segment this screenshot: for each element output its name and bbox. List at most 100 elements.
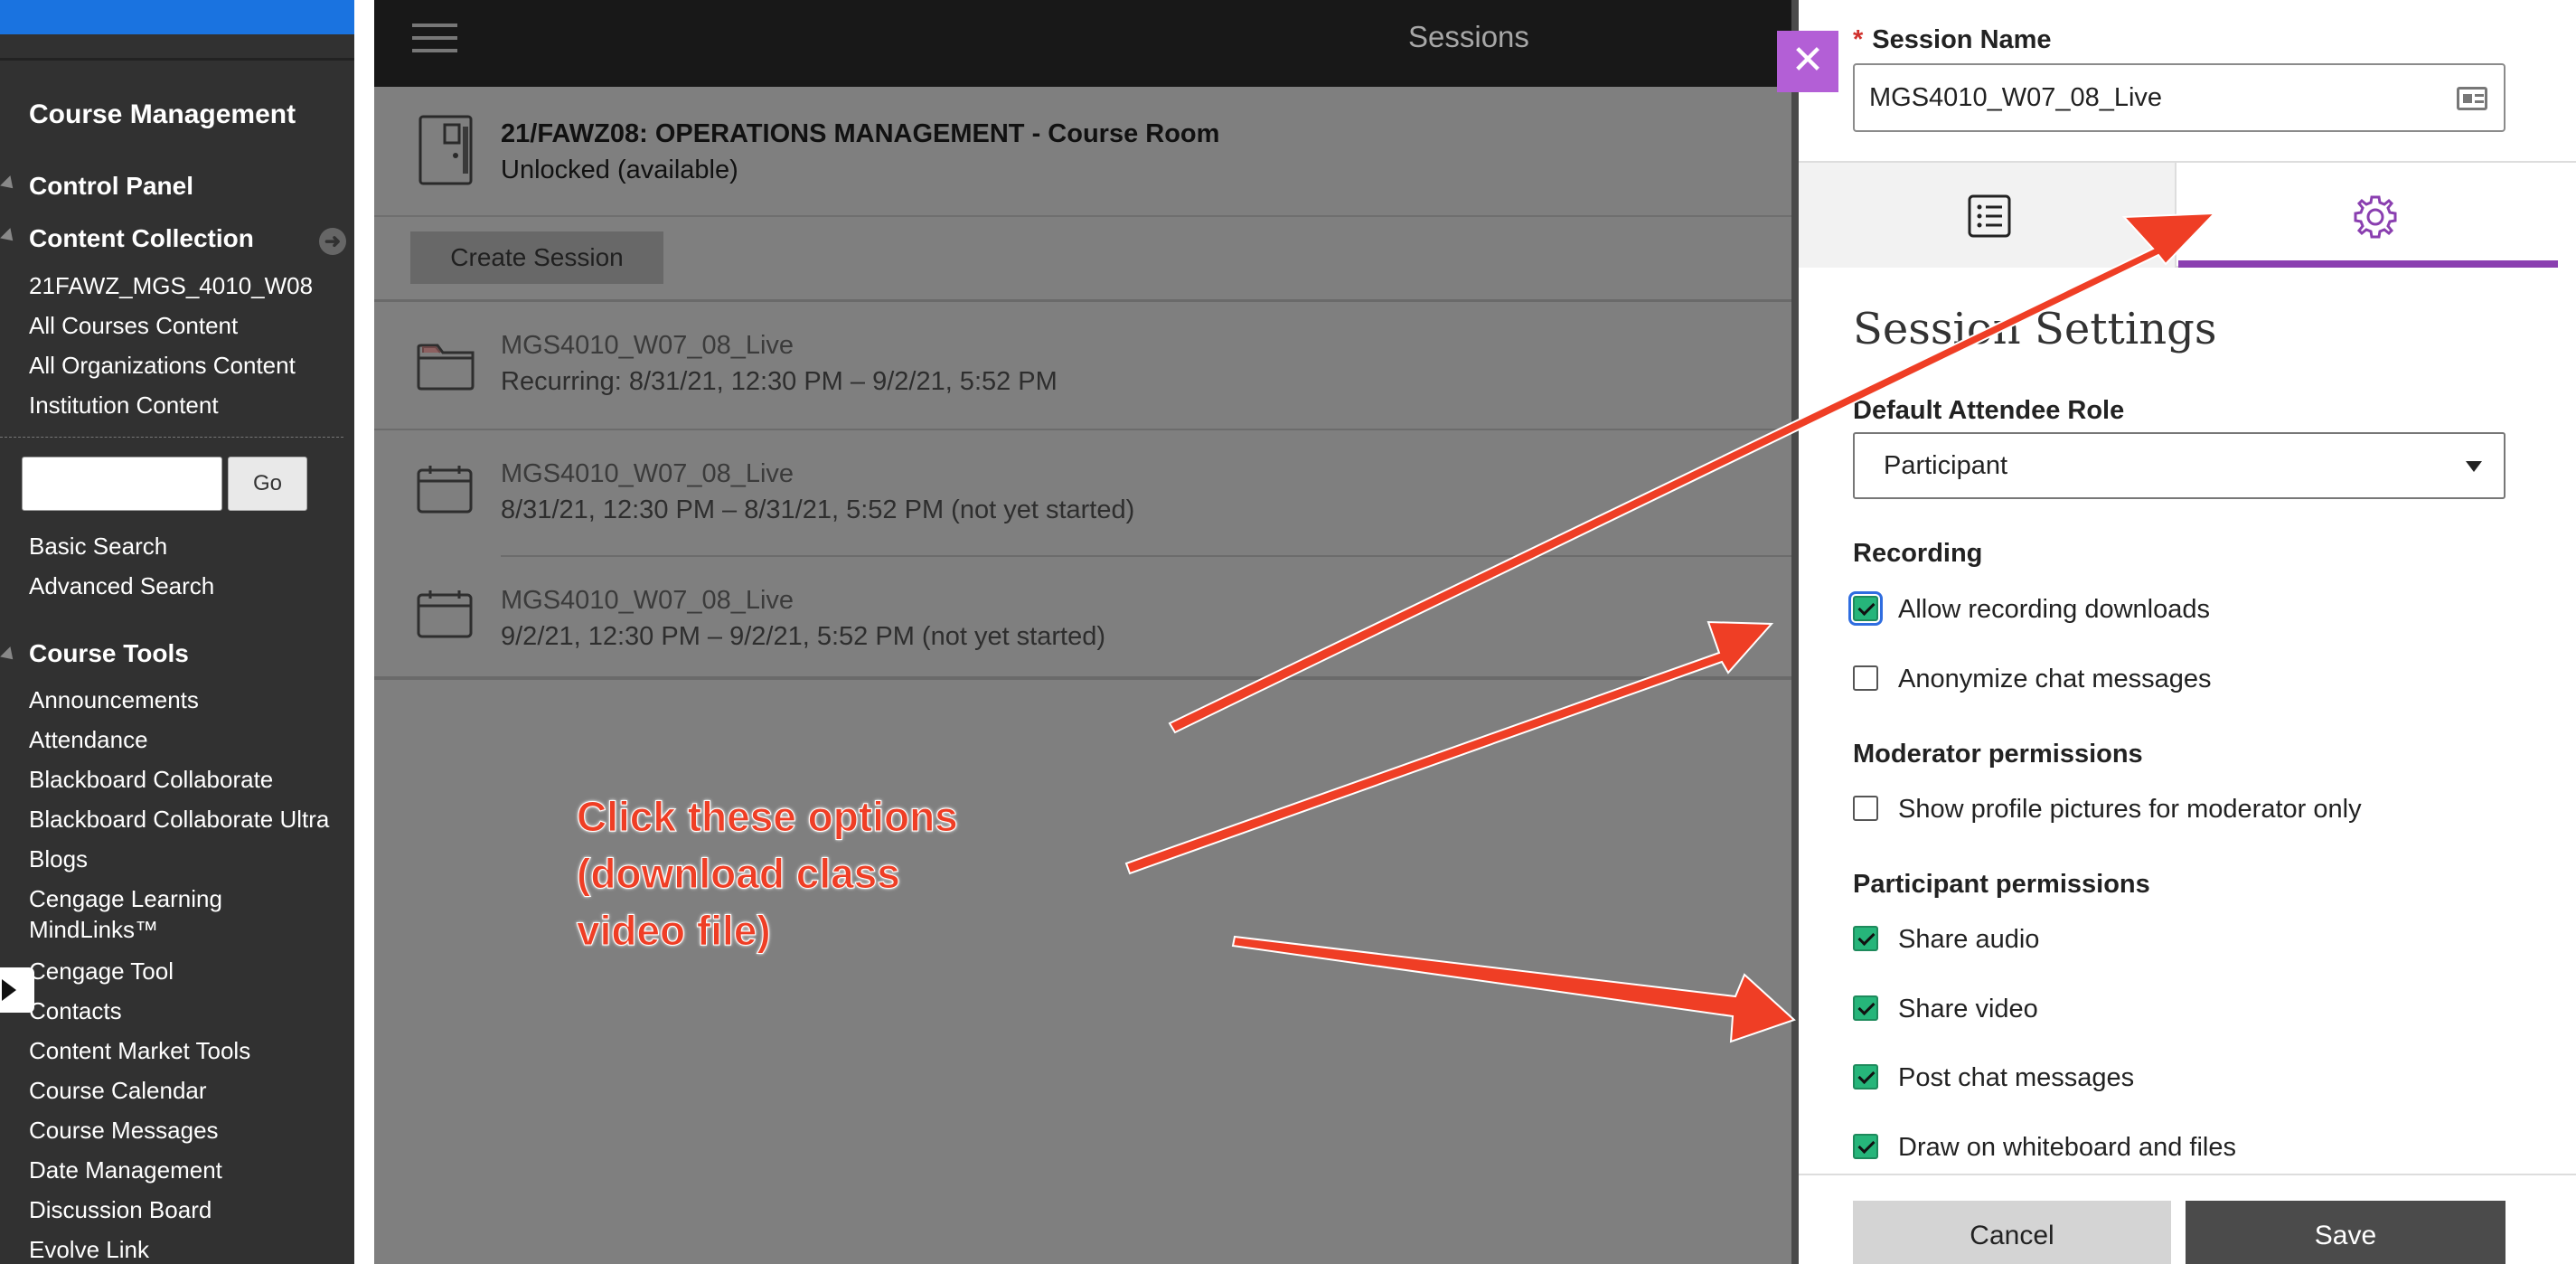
default-role-label: Default Attendee Role xyxy=(1853,396,2125,425)
tool-link[interactable]: Evolve Link xyxy=(29,1236,149,1264)
course-management-heading: Course Management xyxy=(29,99,296,129)
role-select-value: Participant xyxy=(1884,451,2008,480)
session-name: MGS4010_W07_08_Live xyxy=(501,459,794,488)
tool-link[interactable]: Discussion Board xyxy=(29,1196,212,1224)
profile-pictures-option[interactable]: Show profile pictures for moderator only xyxy=(1853,791,2504,827)
session-settings-panel: * Session Name MGS4010_W07_08_Live Sessi… xyxy=(1799,0,2576,1264)
session-row[interactable]: MGS4010_W07_08_Live 8/31/21, 12:30 PM – … xyxy=(374,430,1799,557)
session-name: MGS4010_W07_08_Live xyxy=(501,331,794,360)
course-tools-heading[interactable]: Course Tools xyxy=(29,639,189,668)
sessions-header-bar: Sessions xyxy=(374,0,1799,87)
allow-recording-downloads-option[interactable]: Allow recording downloads xyxy=(1848,591,2504,627)
content-collection-link[interactable]: Content Collection xyxy=(29,224,254,253)
dropdown-caret-icon xyxy=(2466,461,2482,472)
tool-link[interactable]: Cengage Tool xyxy=(29,957,174,986)
post-chat-checkbox[interactable] xyxy=(1853,1064,1878,1089)
close-icon[interactable]: ✕ xyxy=(1777,31,1838,92)
tool-link[interactable]: Blackboard Collaborate Ultra xyxy=(29,806,329,834)
session-name: MGS4010_W07_08_Live xyxy=(501,586,794,615)
tool-link[interactable]: Course Calendar xyxy=(29,1077,207,1105)
create-session-bar: Create Session xyxy=(374,217,1799,302)
share-audio-option[interactable]: Share audio xyxy=(1853,921,2504,957)
session-date: Recurring: 8/31/21, 12:30 PM – 9/2/21, 5… xyxy=(501,367,1058,396)
checkbox-label: Post chat messages xyxy=(1898,1063,2135,1092)
save-button[interactable]: Save xyxy=(2186,1201,2505,1264)
session-name-value: MGS4010_W07_08_Live xyxy=(1869,83,2163,112)
menu-toggle-icon[interactable] xyxy=(0,967,34,1013)
required-marker: * xyxy=(1853,25,1864,54)
course-room-title: 21/FAWZ08: OPERATIONS MANAGEMENT - Cours… xyxy=(501,119,1220,148)
tool-link[interactable]: Cengage Learning xyxy=(29,885,222,913)
tool-link[interactable]: Contacts xyxy=(29,997,122,1025)
draw-whiteboard-checkbox[interactable] xyxy=(1853,1134,1878,1159)
sessions-list-area: Sessions 21/FAWZ08: OPERATIONS MANAGEMEN… xyxy=(374,0,1799,1264)
tool-link[interactable]: Announcements xyxy=(29,686,199,714)
session-settings-heading: Session Settings xyxy=(1853,304,2217,354)
checkbox-label: Show profile pictures for moderator only xyxy=(1898,795,2362,824)
collection-link[interactable]: All Organizations Content xyxy=(29,352,296,380)
tool-link-continued[interactable]: MindLinks™ xyxy=(29,916,158,944)
menu-separator xyxy=(0,437,343,438)
session-date: 8/31/21, 12:30 PM – 8/31/21, 5:52 PM (no… xyxy=(501,495,1135,524)
share-video-option[interactable]: Share video xyxy=(1853,991,2504,1027)
collapse-triangle-icon[interactable] xyxy=(0,228,18,246)
menu-divider xyxy=(0,58,354,61)
course-menu: Course Management Control Panel Content … xyxy=(0,0,354,1264)
checkbox-label: Share audio xyxy=(1898,925,2040,954)
profile-pictures-checkbox[interactable] xyxy=(1853,796,1878,821)
anonymize-chat-option[interactable]: Anonymize chat messages xyxy=(1853,661,2504,697)
search-go-button[interactable]: Go xyxy=(228,457,307,511)
tool-link[interactable]: Date Management xyxy=(29,1156,222,1184)
collapse-triangle-icon[interactable] xyxy=(0,646,18,665)
anonymize-chat-checkbox[interactable] xyxy=(1853,665,1878,691)
collection-link[interactable]: Institution Content xyxy=(29,391,219,420)
basic-search-link[interactable]: Basic Search xyxy=(29,533,167,561)
gear-icon xyxy=(2354,195,2397,239)
annotation-callout: Click these options (download class vide… xyxy=(577,793,959,955)
door-icon xyxy=(418,115,473,185)
control-panel-link[interactable]: Control Panel xyxy=(29,172,193,201)
post-chat-option[interactable]: Post chat messages xyxy=(1853,1060,2504,1096)
collapse-triangle-icon[interactable] xyxy=(0,175,18,193)
allow-recording-downloads-checkbox[interactable] xyxy=(1848,591,1883,626)
tool-link[interactable]: Course Messages xyxy=(29,1117,219,1145)
create-session-button[interactable]: Create Session xyxy=(410,231,663,284)
participant-permissions-label: Participant permissions xyxy=(1853,870,2150,899)
arrow-right-circle-icon[interactable]: ➜ xyxy=(319,228,346,255)
session-name-label-text: Session Name xyxy=(1872,25,2052,54)
course-room-status: Unlocked (available) xyxy=(501,156,738,184)
tool-link[interactable]: Content Market Tools xyxy=(29,1037,250,1065)
checkbox-label: Allow recording downloads xyxy=(1898,595,2210,624)
collection-link[interactable]: All Courses Content xyxy=(29,312,238,340)
collection-link[interactable]: 21FAWZ_MGS_4010_W08 xyxy=(29,272,313,300)
hamburger-menu-icon[interactable] xyxy=(412,24,457,52)
tab-settings[interactable] xyxy=(2178,163,2576,268)
cancel-button[interactable]: Cancel xyxy=(1853,1201,2171,1264)
session-name-label: * Session Name xyxy=(1853,25,2052,55)
share-video-checkbox[interactable] xyxy=(1853,995,1878,1021)
active-tab-indicator xyxy=(2178,260,2558,268)
session-date: 9/2/21, 12:30 PM – 9/2/21, 5:52 PM (not … xyxy=(501,622,1105,651)
share-audio-checkbox[interactable] xyxy=(1853,926,1878,951)
default-role-select[interactable]: Participant xyxy=(1853,432,2505,499)
advanced-search-link[interactable]: Advanced Search xyxy=(29,572,214,600)
page-gutter xyxy=(354,0,374,1264)
folder-icon xyxy=(417,344,475,391)
session-row[interactable]: MGS4010_W07_08_Live Recurring: 8/31/21, … xyxy=(374,302,1799,430)
course-room-row[interactable]: 21/FAWZ08: OPERATIONS MANAGEMENT - Cours… xyxy=(374,87,1799,217)
calendar-icon xyxy=(417,466,473,514)
tool-link[interactable]: Blackboard Collaborate xyxy=(29,766,273,794)
panel-footer: Cancel Save xyxy=(1799,1174,2576,1264)
tool-link[interactable]: Blogs xyxy=(29,845,88,873)
draw-whiteboard-option[interactable]: Draw on whiteboard and files xyxy=(1853,1129,2504,1165)
tab-details[interactable] xyxy=(1799,163,2176,268)
menu-search-input[interactable] xyxy=(22,457,222,511)
moderator-permissions-label: Moderator permissions xyxy=(1853,740,2143,769)
tool-link[interactable]: Attendance xyxy=(29,726,148,754)
session-name-input[interactable]: MGS4010_W07_08_Live xyxy=(1853,63,2505,132)
recording-label: Recording xyxy=(1853,539,1983,568)
checkbox-label: Draw on whiteboard and files xyxy=(1898,1133,2236,1162)
session-row[interactable]: MGS4010_W07_08_Live 9/2/21, 12:30 PM – 9… xyxy=(374,557,1799,680)
checkbox-label: Anonymize chat messages xyxy=(1898,665,2212,693)
panel-tabs xyxy=(1799,161,2576,268)
